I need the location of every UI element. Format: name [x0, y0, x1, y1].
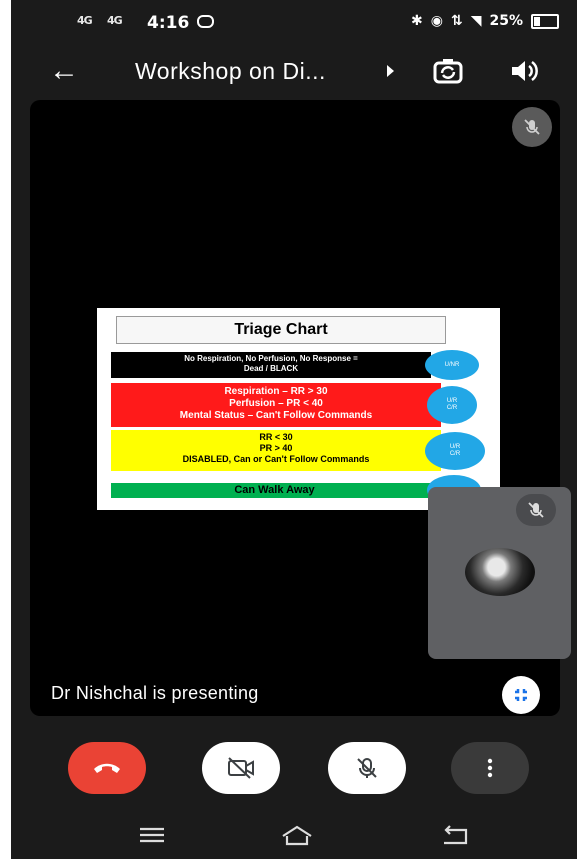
more-options-button[interactable] — [451, 742, 529, 794]
hang-up-icon — [94, 763, 120, 773]
slide-heading: Triage Chart — [116, 316, 446, 344]
switch-camera-icon[interactable] — [433, 58, 463, 84]
more-vert-icon — [487, 758, 493, 778]
shared-slide: Triage Chart No Respiration, No Perfusio… — [97, 308, 500, 510]
self-muted-badge — [516, 494, 556, 526]
sim1-signal: 4G — [77, 14, 93, 27]
triage-band-black: No Respiration, No Perfusion, No Respons… — [111, 352, 431, 378]
mic-off-icon — [357, 758, 377, 778]
avatar — [465, 548, 535, 596]
battery-icon — [531, 13, 559, 29]
speaker-icon[interactable] — [509, 58, 539, 84]
sim2-signal: 4G — [107, 14, 123, 27]
camera-toggle-button[interactable] — [202, 742, 280, 794]
battery-percent: 25% — [489, 13, 523, 29]
band-line: DISABLED, Can or Can't Follow Commands — [182, 454, 370, 464]
band-line: RR < 30 — [259, 432, 293, 442]
presenting-label: Dr Nishchal is presenting — [51, 683, 259, 703]
band-line: Respiration – RR > 30 — [224, 386, 328, 397]
presenter-muted-badge — [512, 107, 552, 147]
band-line: PR > 40 — [259, 443, 293, 453]
phone-screen: 4G 4G 4:16 ✱ ◉ ⇅ ◥ 25% ← Workshop on Di.… — [11, 0, 577, 859]
meeting-title[interactable]: Workshop on Di... — [135, 58, 326, 85]
triage-circle: U/R C/R — [427, 386, 477, 424]
minimize-presentation-button[interactable] — [502, 676, 540, 714]
band-line: Mental Status – Can't Follow Commands — [179, 410, 373, 421]
mic-off-icon — [528, 502, 544, 518]
triage-circle: U/NR — [425, 350, 479, 380]
recents-icon[interactable] — [139, 826, 165, 844]
status-icons: ✱ ◉ ⇅ ◥ 25% — [411, 13, 559, 29]
fullscreen-exit-icon — [515, 689, 527, 701]
status-bar: 4G 4G 4:16 ✱ ◉ ⇅ ◥ 25% — [11, 0, 577, 46]
alarm-icon: ◉ — [430, 13, 443, 29]
back-nav-icon[interactable] — [441, 825, 469, 845]
band-line: Can Walk Away — [234, 484, 315, 496]
mic-off-icon — [524, 119, 540, 135]
end-call-button[interactable] — [68, 742, 146, 794]
band-line: Perfusion – PR < 40 — [229, 398, 323, 409]
expand-details-icon[interactable] — [387, 65, 394, 77]
band-line: No Respiration, No Perfusion, No Respons… — [184, 354, 358, 363]
system-navigation-bar — [11, 812, 577, 859]
presentation-stage[interactable]: Triage Chart No Respiration, No Perfusio… — [30, 100, 571, 716]
microphone-toggle-button[interactable] — [328, 742, 406, 794]
clock: 4:16 — [147, 13, 190, 33]
camera-off-icon — [228, 757, 254, 779]
triage-circle: U/R C/R — [425, 432, 485, 470]
bluetooth-icon: ✱ — [411, 13, 423, 29]
band-line: Dead / BLACK — [243, 364, 299, 373]
data-icon: ⇅ — [450, 13, 463, 29]
cast-icon — [197, 15, 214, 28]
home-icon[interactable] — [280, 824, 314, 846]
triage-band-yellow: RR < 30 PR > 40 DISABLED, Can or Can't F… — [111, 430, 441, 471]
back-arrow-icon[interactable]: ← — [49, 56, 79, 86]
top-app-bar: ← Workshop on Di... — [11, 46, 577, 98]
wifi-icon: ◥ — [470, 13, 482, 29]
triage-band-red: Respiration – RR > 30 Perfusion – PR < 4… — [111, 383, 441, 427]
triage-band-green: Can Walk Away — [111, 483, 438, 498]
self-view-tile[interactable] — [428, 487, 571, 659]
